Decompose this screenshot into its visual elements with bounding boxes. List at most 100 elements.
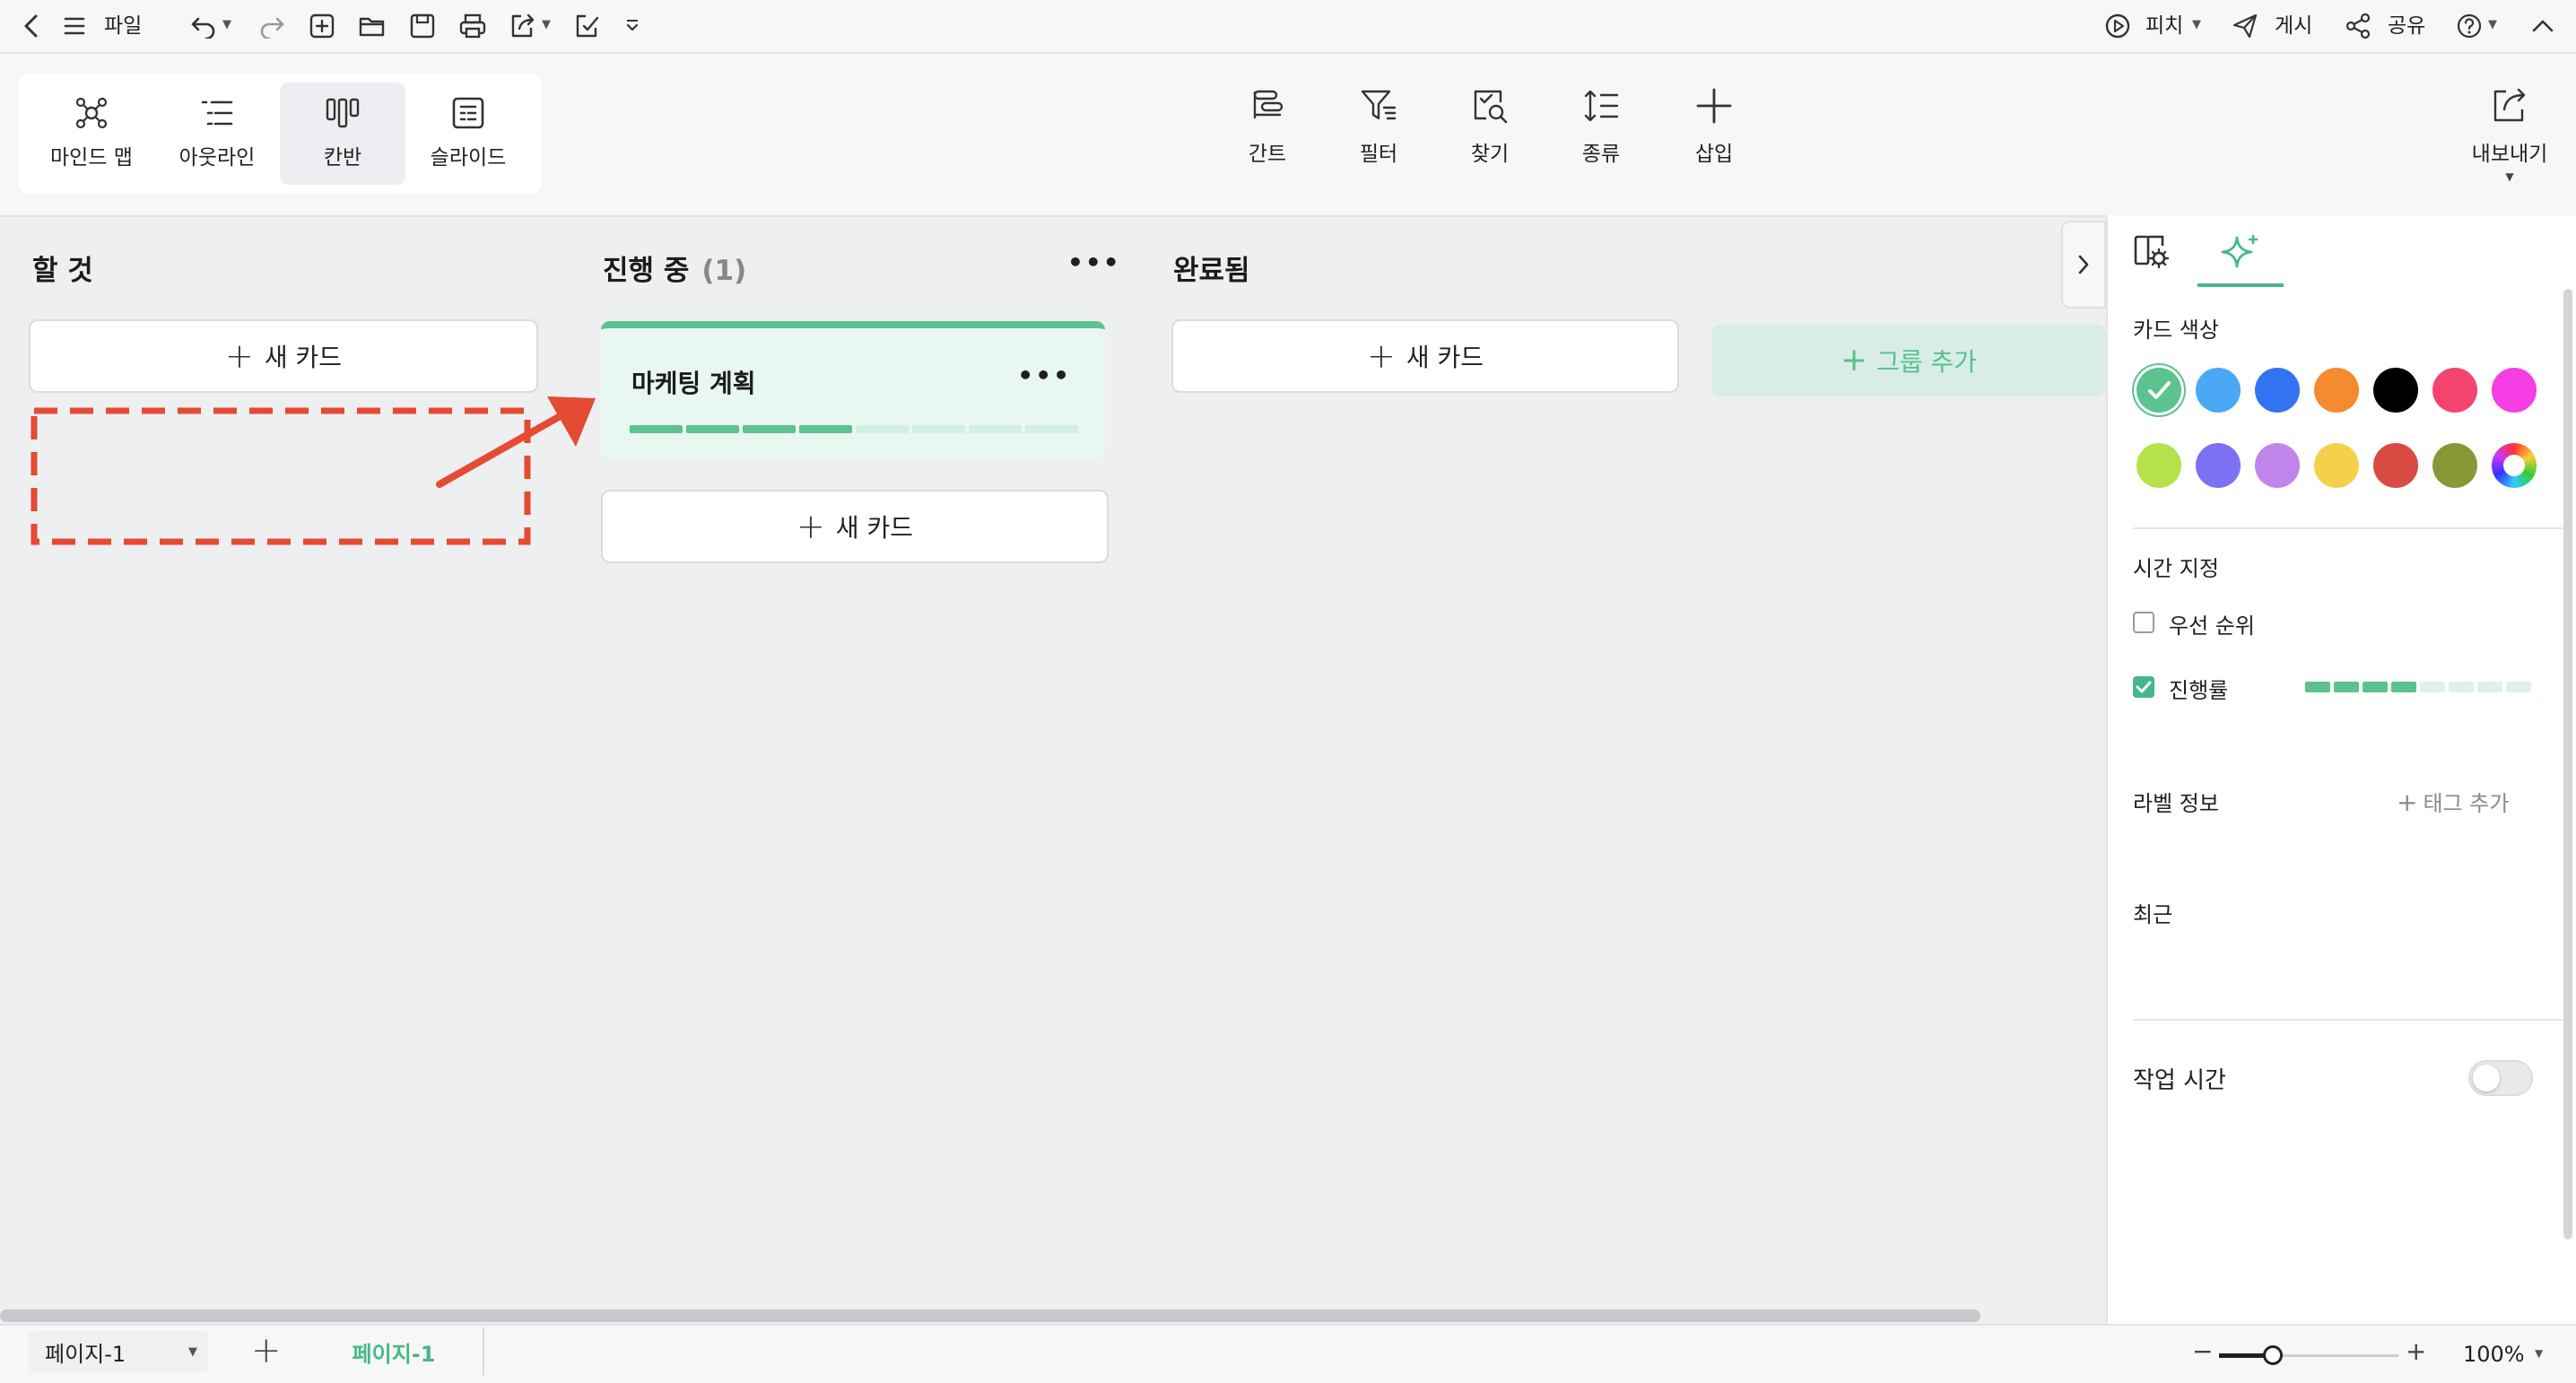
filter-button[interactable]: 필터 <box>1338 86 1419 176</box>
custom-color-swatch[interactable] <box>2492 443 2537 488</box>
add-group-button[interactable]: + 그룹 추가 <box>1711 325 2106 396</box>
pitch-button[interactable]: 피치 <box>2145 13 2183 39</box>
view-mindmap-button[interactable]: 마인드 맵 <box>29 83 154 185</box>
export-file-icon[interactable] <box>508 11 538 41</box>
pitch-icon[interactable] <box>2102 11 2133 41</box>
page-tab[interactable]: 페이지-1 <box>305 1327 484 1376</box>
plus-icon: + <box>224 336 254 376</box>
export-dropdown-icon[interactable]: ▼ <box>2505 170 2513 183</box>
progress-segment <box>743 425 796 433</box>
color-swatch[interactable] <box>2373 443 2418 488</box>
gantt-icon <box>1248 86 1287 126</box>
color-swatch[interactable] <box>2432 443 2477 488</box>
help-dropdown-icon[interactable]: ▼ <box>2488 18 2497 31</box>
save-icon[interactable] <box>407 11 438 41</box>
sort-icon <box>1581 86 1621 126</box>
zoom-dropdown-icon[interactable]: ▼ <box>2535 1347 2543 1360</box>
column-title-todo: 할 것 <box>32 255 93 287</box>
view-slide-button[interactable]: 슬라이드 <box>405 83 531 185</box>
color-swatch[interactable] <box>2373 368 2418 413</box>
work-time-toggle[interactable] <box>2468 1060 2533 1096</box>
view-outline-button[interactable]: 아웃라인 <box>154 83 280 185</box>
divider <box>2133 527 2563 529</box>
progress-segment <box>2363 682 2388 692</box>
insert-label: 삽입 <box>1694 143 1734 166</box>
edit-check-icon[interactable] <box>572 11 603 41</box>
find-button[interactable]: 찾기 <box>1449 86 1530 176</box>
find-label: 찾기 <box>1470 143 1510 166</box>
view-kanban-button[interactable]: 칸반 <box>280 83 405 185</box>
zoom-out-button[interactable]: − <box>2192 1336 2213 1366</box>
help-icon[interactable] <box>2454 11 2485 41</box>
board-horizontal-scrollbar[interactable] <box>0 1309 1980 1322</box>
new-card-button-done[interactable]: + 새 카드 <box>1171 319 1679 393</box>
color-swatch[interactable] <box>2255 368 2300 413</box>
print-icon[interactable] <box>457 11 488 41</box>
sparkle-icon <box>2221 234 2258 268</box>
page-select[interactable]: 페이지-1 ▼ <box>29 1331 208 1372</box>
open-folder-icon[interactable] <box>357 11 387 41</box>
progress-segment <box>799 425 852 433</box>
ai-style-tab[interactable] <box>2197 221 2284 287</box>
view-switcher: 마인드 맵 아웃라인 칸반 슬라이드 <box>18 74 542 194</box>
more-tools-icon[interactable] <box>617 11 648 41</box>
undo-dropdown-icon[interactable]: ▼ <box>222 18 231 31</box>
add-page-button[interactable]: + <box>251 1333 282 1369</box>
sort-button[interactable]: 종류 <box>1561 86 1641 176</box>
progress-checkbox[interactable] <box>2133 676 2154 698</box>
sort-label: 종류 <box>1581 143 1621 166</box>
color-swatch[interactable] <box>2196 368 2241 413</box>
back-icon[interactable] <box>16 11 47 41</box>
color-swatch[interactable] <box>2492 368 2537 413</box>
post-button[interactable]: 게시 <box>2275 13 2312 39</box>
view-slide-label: 슬라이드 <box>430 146 507 170</box>
gantt-label: 간트 <box>1248 143 1287 166</box>
pitch-dropdown-icon[interactable]: ▼ <box>2192 18 2201 31</box>
redo-icon[interactable] <box>257 11 287 41</box>
new-document-icon[interactable] <box>307 11 337 41</box>
file-menu[interactable]: 파일 <box>104 13 142 39</box>
share-icon[interactable] <box>2343 11 2373 41</box>
slide-icon <box>450 95 486 131</box>
menu-icon[interactable] <box>59 11 90 41</box>
new-card-button-in-progress[interactable]: + 새 카드 <box>601 490 1109 563</box>
custom-color-center <box>2503 455 2525 476</box>
progress-segment <box>2391 682 2416 692</box>
gantt-button[interactable]: 간트 <box>1227 86 1308 176</box>
export-button[interactable]: 내보내기 ▼ <box>2463 86 2556 183</box>
panel-collapse-button[interactable] <box>2061 221 2106 309</box>
layout-settings-icon <box>2134 235 2170 269</box>
plus-icon: + <box>1366 336 1396 376</box>
progress-selector[interactable] <box>2305 682 2531 692</box>
panel-scrollbar[interactable] <box>2563 289 2572 1239</box>
color-swatch[interactable] <box>2137 368 2181 413</box>
zoom-slider-handle[interactable] <box>2263 1345 2283 1365</box>
kanban-card[interactable]: 마케팅 계획 ••• <box>601 321 1105 459</box>
collapse-ribbon-icon[interactable] <box>2528 11 2558 41</box>
color-swatch[interactable] <box>2137 443 2181 488</box>
card-more-icon[interactable]: ••• <box>1017 361 1071 390</box>
share-button[interactable]: 공유 <box>2388 13 2425 39</box>
undo-icon[interactable] <box>188 11 219 41</box>
progress-segment <box>1025 425 1078 433</box>
add-tag-button[interactable]: + 태그 추가 <box>2397 786 2509 817</box>
format-settings-tab[interactable] <box>2128 226 2176 276</box>
zoom-in-button[interactable]: + <box>2406 1336 2426 1366</box>
post-icon[interactable] <box>2230 11 2260 41</box>
column-more-icon[interactable]: ••• <box>1067 248 1121 277</box>
export-dropdown-icon[interactable]: ▼ <box>542 18 551 31</box>
zoom-level[interactable]: 100% <box>2463 1342 2525 1367</box>
insert-button[interactable]: 삽입 <box>1674 86 1754 176</box>
priority-checkbox[interactable] <box>2133 612 2154 633</box>
color-swatch[interactable] <box>2255 443 2300 488</box>
chevron-right-icon <box>2078 255 2089 274</box>
active-tab-indicator <box>2197 283 2284 287</box>
color-swatch[interactable] <box>2196 443 2241 488</box>
color-swatch[interactable] <box>2314 368 2359 413</box>
export-label: 내보내기 <box>2471 143 2548 166</box>
add-group-label: 그룹 추가 <box>1876 347 1978 377</box>
progress-segment <box>686 425 739 433</box>
color-swatch[interactable] <box>2432 368 2477 413</box>
progress-segment <box>2506 682 2531 692</box>
color-swatch[interactable] <box>2314 443 2359 488</box>
